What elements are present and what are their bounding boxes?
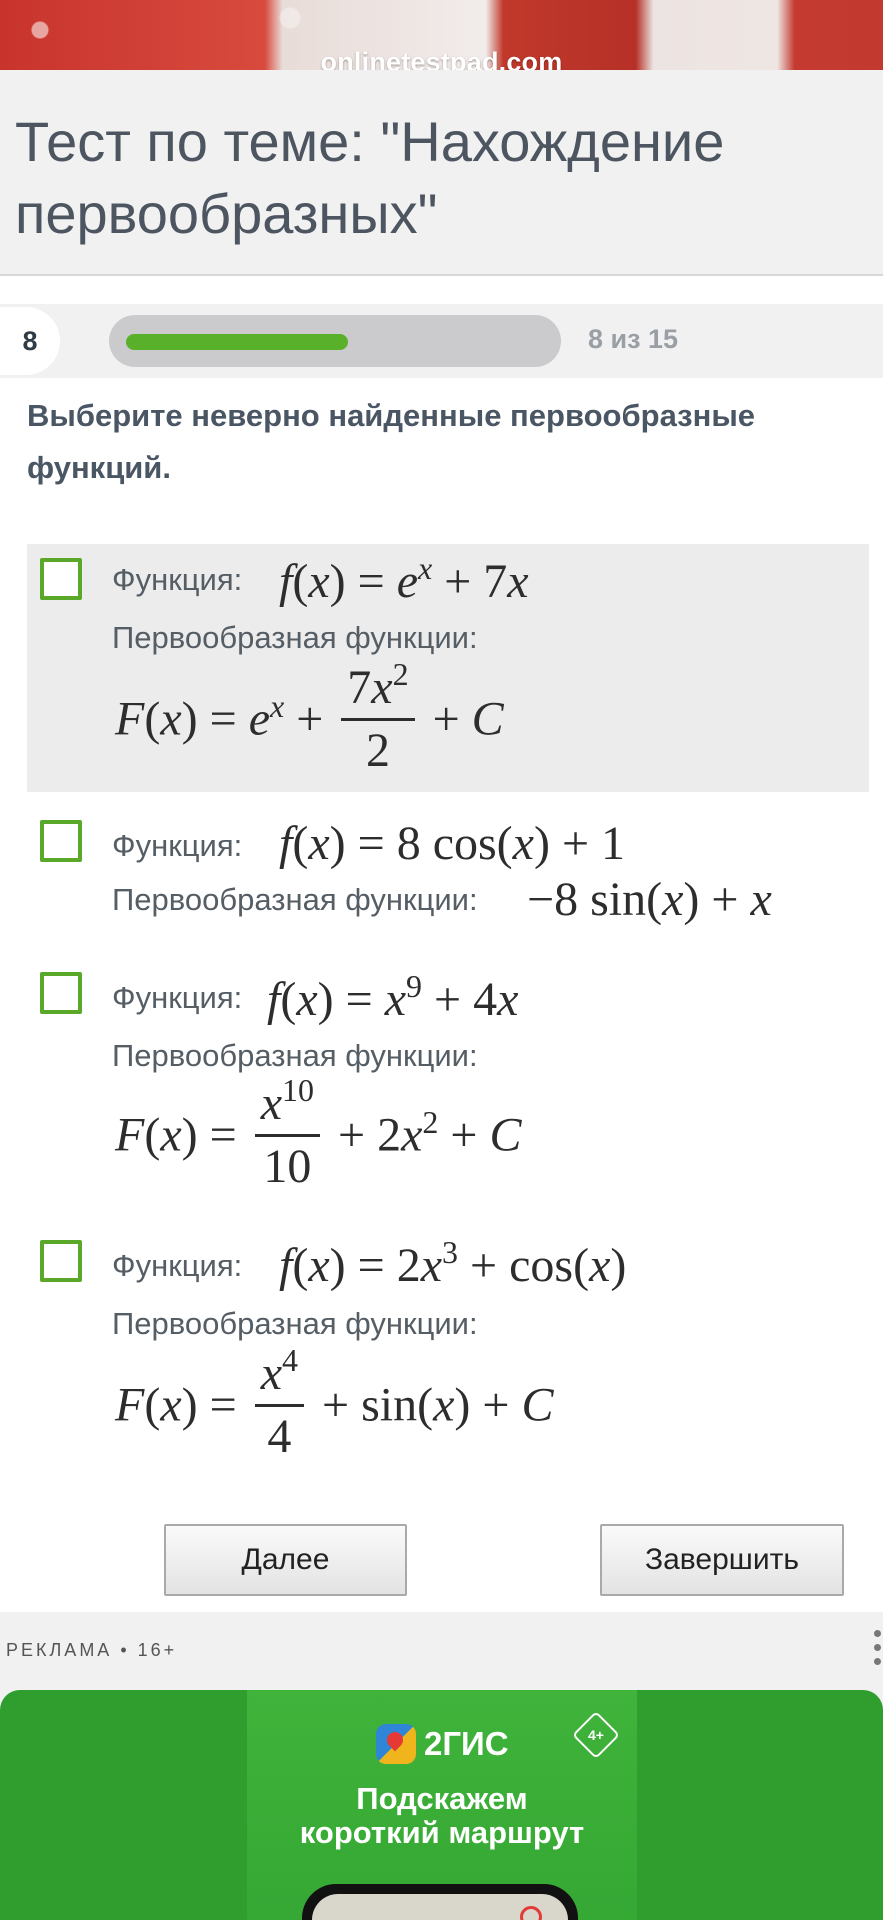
ad-slogan: Подскажем короткий маршрут xyxy=(247,1782,637,1850)
antiderivative-label: Первообразная функции: xyxy=(112,620,478,655)
function-formula-3: f(x) = x9 + 4x xyxy=(267,968,519,1026)
antiderivative-formula-1: F(x) = ex + 7x2 2 + C xyxy=(115,656,504,777)
question-number: 8 xyxy=(0,307,60,375)
ad-slogan-line-1: Подскажем xyxy=(356,1781,528,1816)
next-button[interactable]: Далее xyxy=(164,1524,407,1596)
ad-label: РЕКЛАМА • 16+ xyxy=(6,1640,178,1660)
ad-brand: 2ГИС xyxy=(376,1724,509,1764)
finish-button[interactable]: Завершить xyxy=(600,1524,844,1596)
answer-option-3[interactable]: Функция: f(x) = x9 + 4x Первообразная фу… xyxy=(27,958,869,1198)
antiderivative-formula-4: F(x) = x4 4 + sin(x) + C xyxy=(115,1342,554,1463)
function-label: Функция: xyxy=(112,562,243,597)
brand-name: 2ГИС xyxy=(424,1725,509,1762)
2gis-logo-icon xyxy=(376,1724,416,1764)
progress-bar xyxy=(109,315,561,367)
antiderivative-label: Первообразная функции: xyxy=(112,1038,478,1073)
answer-option-1[interactable]: Функция: f(x) = ex + 7x Первообразная фу… xyxy=(27,544,869,792)
checkbox-1[interactable] xyxy=(40,558,82,600)
answer-option-4[interactable]: Функция: f(x) = 2x3 + cos(x) Первообразн… xyxy=(27,1226,869,1472)
antiderivative-label: Первообразная функции: xyxy=(112,882,478,917)
checkbox-2[interactable] xyxy=(40,820,82,862)
checkbox-3[interactable] xyxy=(40,972,82,1014)
question-prompt: Выберите неверно найденные первообразные… xyxy=(27,398,756,485)
function-label: Функция: xyxy=(112,980,243,1015)
antiderivative-formula-3: F(x) = x10 10 + 2x2 + C xyxy=(115,1072,522,1193)
antiderivative-label: Первообразная функции: xyxy=(112,1306,478,1341)
function-label: Функция: xyxy=(112,828,243,863)
progress-row: 8 8 из 15 xyxy=(0,304,883,378)
ad-slogan-line-2: короткий маршрут xyxy=(299,1815,585,1850)
age-rating-text: 4+ xyxy=(588,1727,604,1743)
question-counter: 8 из 15 xyxy=(588,324,679,354)
function-label: Функция: xyxy=(112,1248,243,1283)
function-formula-2: f(x) = 8 cos(x) + 1 xyxy=(279,817,626,870)
page-title: Тест по теме: "Нахождение первообразных" xyxy=(15,110,725,245)
checkbox-4[interactable] xyxy=(40,1240,82,1282)
function-formula-4: f(x) = 2x3 + cos(x) xyxy=(279,1234,627,1292)
antiderivative-formula-2: −8 sin(x) + x xyxy=(527,873,772,926)
title-area: Тест по теме: "Нахождение первообразных" xyxy=(0,70,883,276)
more-vertical-icon[interactable] xyxy=(870,1630,883,1674)
progress-fill xyxy=(126,334,348,350)
function-formula-1: f(x) = ex + 7x xyxy=(279,550,529,608)
answer-option-2[interactable]: Функция: f(x) = 8 cos(x) + 1 Первообразн… xyxy=(27,806,869,926)
